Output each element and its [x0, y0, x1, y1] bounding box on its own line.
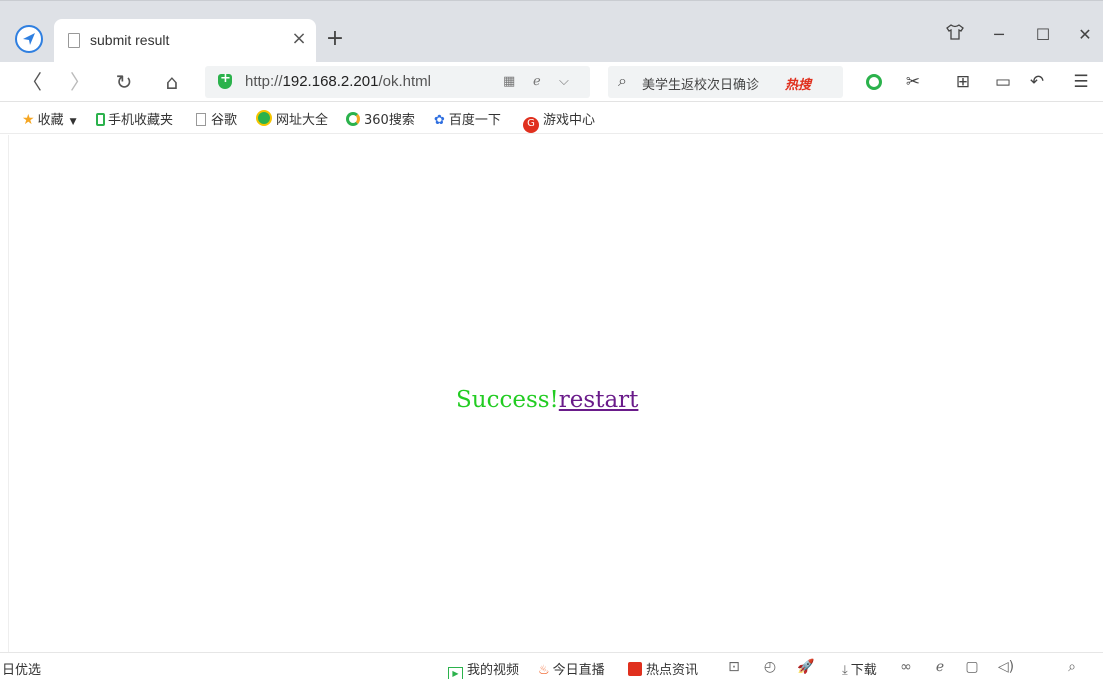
phone-icon	[96, 113, 105, 126]
navigation-bar: 〈 〉 ↻ ⌂ http://192.168.2.201/ok.html ▦ ℯ…	[0, 62, 1103, 102]
daily-picks-link[interactable]: 日优选	[2, 659, 41, 678]
hot-search-badge[interactable]: 热搜	[785, 74, 811, 93]
menu-icon[interactable]: ☰	[1068, 68, 1094, 96]
sound-icon[interactable]: ◁)	[996, 657, 1016, 677]
bookmark-hao123[interactable]: 网址大全	[256, 109, 328, 128]
ie-mode-icon[interactable]: ℯ	[930, 657, 950, 677]
star-icon: ★	[22, 112, 35, 128]
page-content: Success!restart	[8, 135, 1103, 652]
green-extension-icon[interactable]	[861, 68, 887, 96]
cut-icon[interactable]: ✂	[900, 68, 926, 96]
bookmark-google[interactable]: 谷歌	[196, 109, 237, 128]
bookmark-360-search[interactable]: 360搜索	[346, 109, 415, 128]
chevron-down-icon[interactable]: ⌵	[559, 74, 569, 89]
qr-code-icon[interactable]: ▦	[503, 74, 515, 89]
maximize-button[interactable]: ☐	[1028, 23, 1058, 47]
skin-icon[interactable]	[940, 23, 970, 47]
battery-icon[interactable]: ▭	[990, 68, 1016, 96]
rocket-icon[interactable]: 🚀	[796, 657, 816, 677]
tab-submit-result[interactable]: submit result ×	[54, 19, 316, 63]
url-text[interactable]: http://192.168.2.201/ok.html	[245, 73, 431, 90]
bookmarks-bar: ★ 收藏 ▼ 手机收藏夹 谷歌 网址大全 360搜索 ✿ 百度一下 G 游戏中心	[0, 102, 1103, 134]
play-icon: ▶	[448, 667, 463, 679]
minimize-button[interactable]: ─	[984, 23, 1014, 47]
address-bar[interactable]: http://192.168.2.201/ok.html ▦ ℯ ⌵	[205, 66, 590, 98]
download-icon: ⤓	[842, 663, 848, 678]
game-icon: G	[523, 117, 539, 133]
forward-button[interactable]: 〉	[66, 68, 94, 96]
bookmark-favorites[interactable]: ★ 收藏 ▼	[22, 109, 77, 128]
bookmark-mobile[interactable]: 手机收藏夹	[96, 109, 173, 128]
chevron-down-icon: ▼	[69, 117, 77, 127]
window-icon[interactable]: ▢	[962, 657, 982, 677]
reload-button[interactable]: ↻	[110, 68, 138, 96]
search-suggestion[interactable]: 美学生返校次日确诊	[642, 74, 759, 93]
restart-link[interactable]: restart	[559, 387, 639, 413]
success-text: Success!	[456, 387, 559, 413]
search-box[interactable]: ⌕ 美学生返校次日确诊 热搜	[608, 66, 843, 98]
status-bar: 日优选 ▶ 我的视频 ♨ 今日直播 热点资讯 ⊡ ◴ 🚀 ⤓ 下载 ∞ ℯ ▢ ◁) …	[0, 652, 1103, 679]
home-button[interactable]: ⌂	[158, 68, 186, 96]
undo-icon[interactable]: ↶	[1024, 68, 1050, 96]
tab-close-icon[interactable]: ×	[289, 29, 309, 49]
live-today-button[interactable]: ♨ 今日直播	[538, 659, 605, 678]
result-message: Success!restart	[456, 387, 638, 413]
bookmark-baidu[interactable]: ✿ 百度一下	[434, 109, 501, 128]
zoom-icon[interactable]: ⌕	[1062, 657, 1082, 677]
screenshot-icon[interactable]: ⊡	[724, 657, 744, 677]
flame-icon: ♨	[538, 663, 550, 678]
new-tab-button[interactable]: +	[322, 26, 348, 52]
apps-grid-icon[interactable]: ⊞	[950, 68, 976, 96]
paw-icon: ✿	[434, 113, 445, 128]
page-icon	[196, 113, 206, 126]
tab-title: submit result	[90, 32, 170, 48]
close-window-button[interactable]: ✕	[1070, 23, 1100, 47]
search-icon: ⌕	[618, 71, 627, 90]
speed-icon[interactable]: ◴	[760, 657, 780, 677]
ie-compat-icon[interactable]: ℯ	[533, 74, 541, 89]
news-icon	[628, 662, 642, 676]
hot-news-button[interactable]: 热点资讯	[628, 659, 698, 678]
browser-logo-icon[interactable]	[15, 25, 43, 53]
my-video-button[interactable]: ▶ 我的视频	[448, 659, 519, 679]
download-button[interactable]: ⤓ 下载	[842, 659, 877, 678]
search360-icon	[346, 112, 360, 126]
globe-icon	[256, 110, 272, 126]
incognito-icon[interactable]: ∞	[896, 657, 916, 677]
bookmark-game-center[interactable]: G 游戏中心	[523, 109, 595, 133]
back-button[interactable]: 〈	[18, 68, 46, 96]
page-icon	[68, 33, 80, 48]
security-shield-icon	[218, 71, 232, 89]
browser-titlebar: submit result × + ─ ☐ ✕	[0, 0, 1103, 63]
